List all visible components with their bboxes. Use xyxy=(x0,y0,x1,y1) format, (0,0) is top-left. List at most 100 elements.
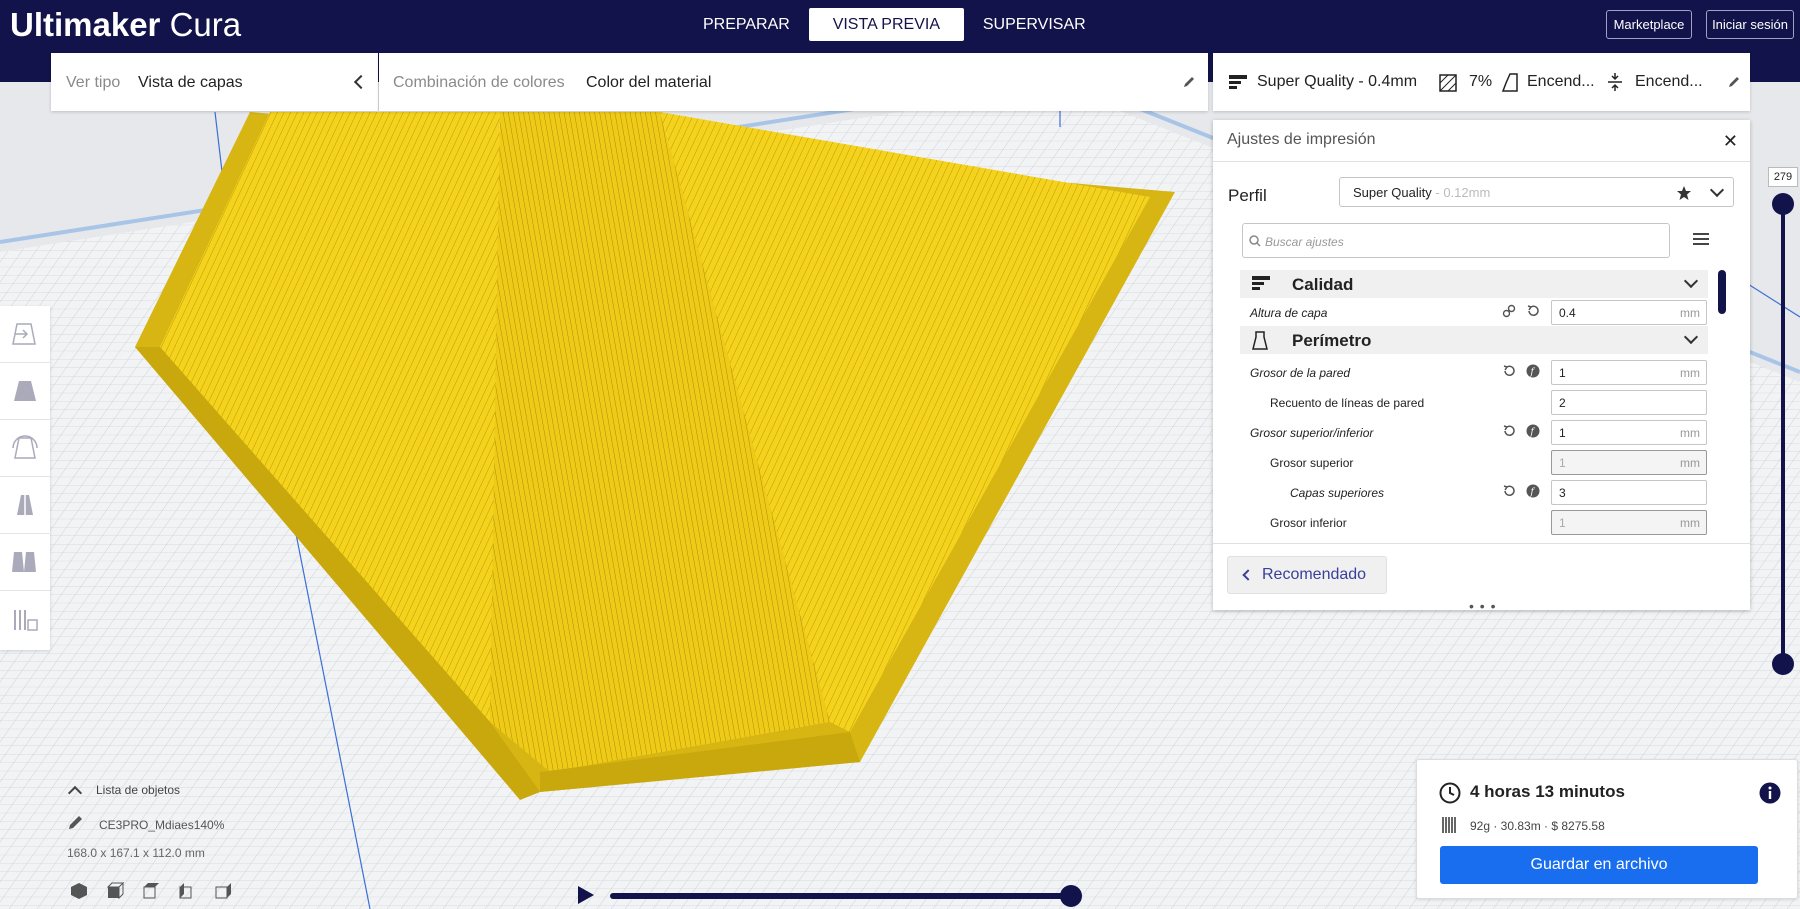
setting-unit: mm xyxy=(1680,456,1700,470)
profile-dropdown-value: Super Quality - 0.12mm xyxy=(1353,185,1490,200)
login-button[interactable]: Iniciar sesión xyxy=(1706,10,1794,39)
per-model-settings-tool[interactable] xyxy=(0,534,50,591)
setting-label: Grosor superior xyxy=(1270,456,1354,470)
left-toolbar xyxy=(0,306,50,650)
support-icon xyxy=(1502,73,1518,92)
layer-height-input[interactable]: 0.4 mm xyxy=(1551,300,1707,325)
chevron-down-icon[interactable] xyxy=(1709,182,1725,198)
function-icon[interactable]: f xyxy=(1526,424,1540,438)
chevron-left-icon[interactable] xyxy=(353,74,369,90)
left-view-icon[interactable] xyxy=(178,882,196,900)
close-icon[interactable]: ✕ xyxy=(1723,131,1738,152)
layer-slider-top-handle[interactable] xyxy=(1772,193,1794,215)
setting-label: Grosor superior/inferior xyxy=(1250,426,1374,440)
pencil-icon[interactable] xyxy=(67,815,83,831)
quality-icon xyxy=(1252,276,1270,290)
settings-menu-icon[interactable] xyxy=(1693,232,1709,246)
tab-preparar[interactable]: PREPARAR xyxy=(684,8,809,41)
support-blocker-tool[interactable] xyxy=(0,591,50,648)
setting-value: 0.4 xyxy=(1559,306,1576,320)
bottom-thickness-input[interactable]: 1 mm xyxy=(1551,510,1707,535)
search-input[interactable]: Buscar ajustes xyxy=(1242,223,1670,258)
setting-value: 2 xyxy=(1559,396,1566,410)
info-icon[interactable] xyxy=(1759,782,1781,804)
object-list-toggle[interactable]: Lista de objetos xyxy=(96,783,180,797)
3d-view-icon[interactable] xyxy=(70,882,88,900)
wall-line-count-input[interactable]: 2 xyxy=(1551,390,1707,415)
setting-unit: mm xyxy=(1680,426,1700,440)
reset-icon[interactable] xyxy=(1502,484,1516,498)
recommended-button[interactable]: Recomendado xyxy=(1227,556,1387,594)
function-icon[interactable]: f xyxy=(1526,364,1540,378)
reset-icon[interactable] xyxy=(1502,364,1516,378)
layer-number-input[interactable]: 279 xyxy=(1768,167,1798,187)
tab-supervisar[interactable]: SUPERVISAR xyxy=(964,8,1105,41)
color-scheme-panel[interactable]: Combinación de colores Color del materia… xyxy=(379,53,1208,111)
setting-value: 1 xyxy=(1559,426,1566,440)
path-slider-handle[interactable] xyxy=(1060,885,1082,907)
right-view-icon[interactable] xyxy=(214,882,232,900)
scale-tool[interactable] xyxy=(0,363,50,420)
divider xyxy=(1213,161,1750,162)
setting-label: Grosor de la pared xyxy=(1250,366,1351,380)
play-icon[interactable] xyxy=(578,886,594,904)
category-perimetro[interactable]: Perímetro xyxy=(1240,326,1708,354)
move-tool[interactable] xyxy=(0,306,50,363)
front-view-icon[interactable] xyxy=(106,882,124,900)
support-blocker-icon xyxy=(14,609,38,631)
setting-unit: mm xyxy=(1680,516,1700,530)
setting-unit: mm xyxy=(1680,306,1700,320)
settings-scrollbar[interactable] xyxy=(1718,270,1726,314)
reset-icon[interactable] xyxy=(1526,304,1540,318)
path-slider-track[interactable] xyxy=(610,893,1072,899)
top-bottom-thickness-input[interactable]: 1 mm xyxy=(1551,420,1707,445)
save-to-file-button[interactable]: Guardar en archivo xyxy=(1440,846,1758,884)
app-title-light: Cura xyxy=(160,6,242,43)
view-type-panel[interactable]: Ver tipo Vista de capas xyxy=(51,53,378,111)
reset-icon[interactable] xyxy=(1502,424,1516,438)
chevron-down-icon[interactable] xyxy=(1683,329,1699,345)
marketplace-button[interactable]: Marketplace xyxy=(1606,10,1692,39)
setting-value: 1 xyxy=(1559,456,1566,470)
chevron-left-icon xyxy=(1242,569,1254,581)
print-settings-panel: Ajustes de impresión ✕ Perfil Super Qual… xyxy=(1213,120,1750,614)
setting-label: Recuento de líneas de pared xyxy=(1270,396,1425,410)
print-info-panel: 4 horas 13 minutos 92g · 30.83m · $ 8275… xyxy=(1416,759,1798,899)
star-icon[interactable] xyxy=(1676,185,1692,201)
app-logo: Ultimaker Cura xyxy=(10,6,241,44)
top-thickness-input[interactable]: 1 mm xyxy=(1551,450,1707,475)
category-calidad[interactable]: Calidad xyxy=(1240,270,1708,298)
object-dimensions: 168.0 x 167.1 x 112.0 mm xyxy=(67,846,205,860)
link-icon[interactable] xyxy=(1502,304,1516,318)
edit-print-setup-icon[interactable] xyxy=(1727,75,1741,89)
function-icon[interactable]: f xyxy=(1526,484,1540,498)
adhesion-icon xyxy=(1608,73,1622,91)
mirror-icon xyxy=(17,493,33,517)
wall-thickness-input[interactable]: 1 mm xyxy=(1551,360,1707,385)
setting-label: Grosor inferior xyxy=(1270,516,1347,530)
pencil-icon[interactable] xyxy=(1182,75,1196,89)
top-layers-input[interactable]: 3 xyxy=(1551,480,1707,505)
profile-summary: Super Quality - 0.4mm xyxy=(1257,73,1418,90)
top-view-icon[interactable] xyxy=(142,882,160,900)
tab-vista-previa[interactable]: VISTA PREVIA xyxy=(808,8,964,41)
category-label: Calidad xyxy=(1292,275,1354,294)
print-setup-bar[interactable]: Super Quality - 0.4mm 7% Encend... Encen… xyxy=(1213,53,1750,111)
search-icon xyxy=(1249,235,1261,247)
profile-label: Perfil xyxy=(1228,186,1267,205)
mirror-tool[interactable] xyxy=(0,477,50,534)
print-time: 4 horas 13 minutos xyxy=(1470,782,1625,801)
settings-list[interactable]: Calidad Altura de capa 0.4 mm Perímetro G… xyxy=(1240,270,1720,544)
layer-slider-bottom-handle[interactable] xyxy=(1772,653,1794,675)
resize-handle[interactable]: • • • xyxy=(1469,598,1496,614)
category-label: Perímetro xyxy=(1292,331,1372,350)
profile-dropdown[interactable]: Super Quality - 0.12mm xyxy=(1339,177,1734,207)
chevron-down-icon[interactable] xyxy=(1683,273,1699,289)
profile-sub: - 0.12mm xyxy=(1431,185,1491,200)
rotate-icon xyxy=(12,435,38,459)
rotate-tool[interactable] xyxy=(0,420,50,477)
color-scheme-value: Color del material xyxy=(586,74,712,91)
layer-slider-track[interactable] xyxy=(1781,205,1785,665)
setting-value: 3 xyxy=(1559,486,1566,500)
setting-value: 1 xyxy=(1559,366,1566,380)
